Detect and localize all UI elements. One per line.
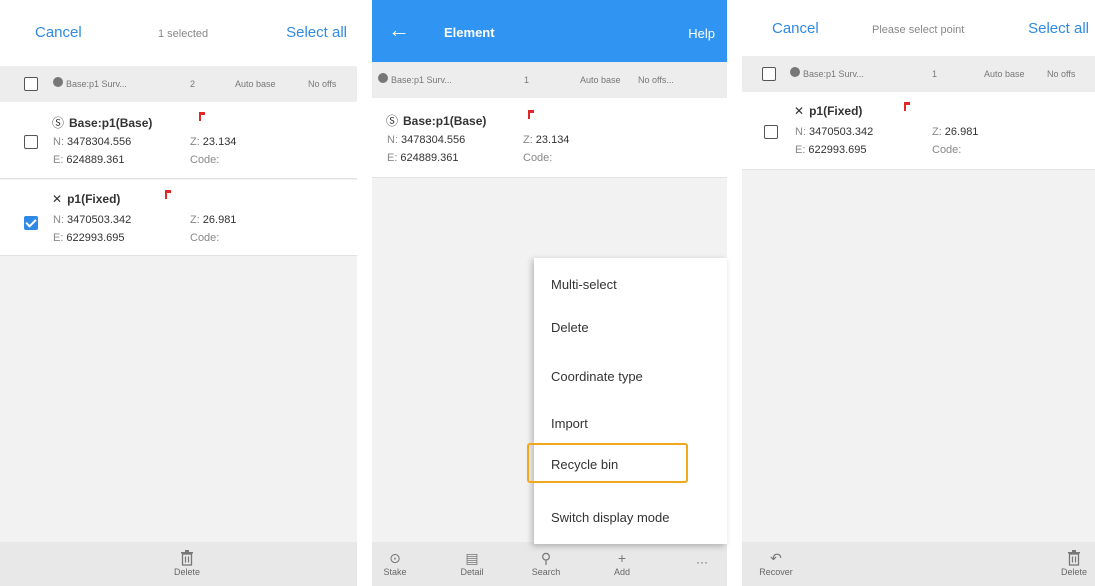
group-offset: No offs [308, 79, 337, 89]
group-icon [790, 67, 800, 77]
row-checkbox[interactable] [764, 125, 778, 139]
selection-count: 1 selected [158, 28, 209, 40]
trash-icon [181, 550, 193, 566]
point-name: ✕ p1(Fixed) [794, 104, 863, 118]
northing: N: 3478304.556 [53, 136, 132, 148]
row-checkbox[interactable] [24, 216, 38, 230]
group-header[interactable]: Base:p1 Surv... 2 Auto base No offs [0, 66, 357, 102]
code: Code: [932, 144, 962, 156]
easting: E: 622993.695 [53, 232, 125, 244]
search-icon: ⚲ [540, 550, 552, 566]
stake-icon: ⊙ [389, 550, 401, 566]
help-button[interactable]: Help [688, 26, 715, 41]
northing: N: 3470503.342 [795, 126, 874, 138]
base-point-icon: Ⓢ [386, 114, 399, 128]
select-all-button[interactable]: Select all [1028, 20, 1089, 37]
group-icon [53, 77, 63, 87]
detail-icon: ▤ [465, 550, 479, 566]
flag-icon [528, 110, 534, 119]
title-bar: ← Element Help [372, 0, 727, 66]
easting: E: 622993.695 [795, 144, 867, 156]
northing: N: 3478304.556 [387, 134, 466, 146]
context-menu: Multi-select Delete Coordinate type Impo… [527, 258, 727, 544]
group-base: Auto base [984, 69, 1025, 79]
group-icon [378, 73, 388, 83]
point-name: Ⓢ Base:p1(Base) [52, 116, 153, 130]
point-name: Ⓢ Base:p1(Base) [386, 114, 487, 128]
easting: E: 624889.361 [53, 154, 125, 166]
top-bar: Cancel Please select point Select all [742, 0, 1095, 58]
fixed-point-icon: ✕ [794, 104, 805, 118]
group-name: Base:p1 Surv... [803, 69, 864, 79]
group-header[interactable]: Base:p1 Surv... 1 Auto base No offs [742, 56, 1095, 92]
more-button[interactable]: ··· [690, 555, 714, 569]
menu-item-import[interactable]: Import [551, 416, 588, 431]
elevation: Z: 26.981 [190, 214, 237, 226]
list-item[interactable]: ✕ p1(Fixed) N: 3470503.342 E: 622993.695 Z:… [0, 180, 357, 256]
menu-item-coordinate-type[interactable]: Coordinate type [551, 369, 643, 384]
menu-item-switch-display-mode[interactable]: Switch display mode [551, 510, 670, 525]
recover-button[interactable]: ↶ Recover [756, 549, 796, 577]
delete-button[interactable]: Delete [165, 549, 209, 577]
code: Code: [190, 154, 220, 166]
group-count: 1 [524, 75, 530, 85]
fixed-point-icon: ✕ [52, 192, 63, 206]
cancel-button[interactable]: Cancel [35, 24, 82, 41]
bottom-toolbar: Delete [0, 542, 357, 586]
code: Code: [190, 232, 220, 244]
group-name: Base:p1 Surv... [391, 75, 452, 85]
menu-item-delete[interactable]: Delete [551, 320, 589, 335]
base-point-icon: Ⓢ [52, 116, 65, 130]
list-item[interactable]: ✕ p1(Fixed) N: 3470503.342 E: 622993.695 Z:… [742, 92, 1095, 170]
point-name: ✕ p1(Fixed) [52, 192, 121, 206]
flag-icon [904, 102, 910, 111]
cancel-button[interactable]: Cancel [772, 20, 819, 37]
menu-item-multi-select[interactable]: Multi-select [551, 277, 617, 292]
group-offset: No offs... [638, 75, 674, 85]
group-header[interactable]: Base:p1 Surv... 1 Auto base No offs... [372, 62, 727, 98]
elevation: Z: 23.134 [523, 134, 570, 146]
easting: E: 624889.361 [387, 152, 459, 164]
top-bar: Cancel 1 selected Select all [0, 0, 357, 66]
page-title: Element [444, 25, 495, 40]
group-name: Base:p1 Surv... [66, 79, 127, 89]
group-base: Auto base [235, 79, 276, 89]
detail-button[interactable]: ▤ Detail [456, 549, 488, 577]
search-button[interactable]: ⚲ Search [527, 549, 565, 577]
group-offset: No offs [1047, 69, 1076, 79]
northing: N: 3470503.342 [53, 214, 132, 226]
group-checkbox[interactable] [762, 67, 776, 81]
list-item[interactable]: Ⓢ Base:p1(Base) N: 3478304.556 E: 624889.36… [0, 102, 357, 179]
more-icon: ··· [696, 555, 708, 569]
selection-status: Please select point [872, 24, 965, 36]
back-arrow-icon[interactable]: ← [388, 19, 410, 41]
elevation: Z: 23.134 [190, 136, 237, 148]
trash-icon [1068, 550, 1080, 566]
stake-button[interactable]: ⊙ Stake [380, 549, 410, 577]
undo-icon: ↶ [770, 550, 782, 566]
menu-item-recycle-bin[interactable]: Recycle bin [551, 457, 618, 472]
elevation: Z: 26.981 [932, 126, 979, 138]
row-checkbox[interactable] [24, 135, 38, 149]
selection-screen: Cancel 1 selected Select all Base:p1 Sur… [0, 0, 357, 586]
flag-icon [165, 190, 171, 199]
delete-button[interactable]: Delete [1054, 549, 1094, 577]
group-count: 1 [932, 69, 938, 79]
list-item[interactable]: Ⓢ Base:p1(Base) N: 3478304.556 E: 624889.36… [372, 98, 727, 178]
group-checkbox[interactable] [24, 77, 38, 91]
bottom-toolbar: ⊙ Stake ▤ Detail ⚲ Search + Add ··· [372, 542, 727, 586]
flag-icon [199, 112, 205, 121]
bottom-toolbar: ↶ Recover Delete [742, 542, 1095, 586]
recycle-bin-screen: Cancel Please select point Select all Ba… [742, 0, 1095, 586]
add-icon: + [617, 550, 627, 566]
add-button[interactable]: + Add [610, 549, 634, 577]
group-base: Auto base [580, 75, 621, 85]
select-all-button[interactable]: Select all [286, 24, 347, 41]
group-count: 2 [190, 79, 196, 89]
code: Code: [523, 152, 553, 164]
